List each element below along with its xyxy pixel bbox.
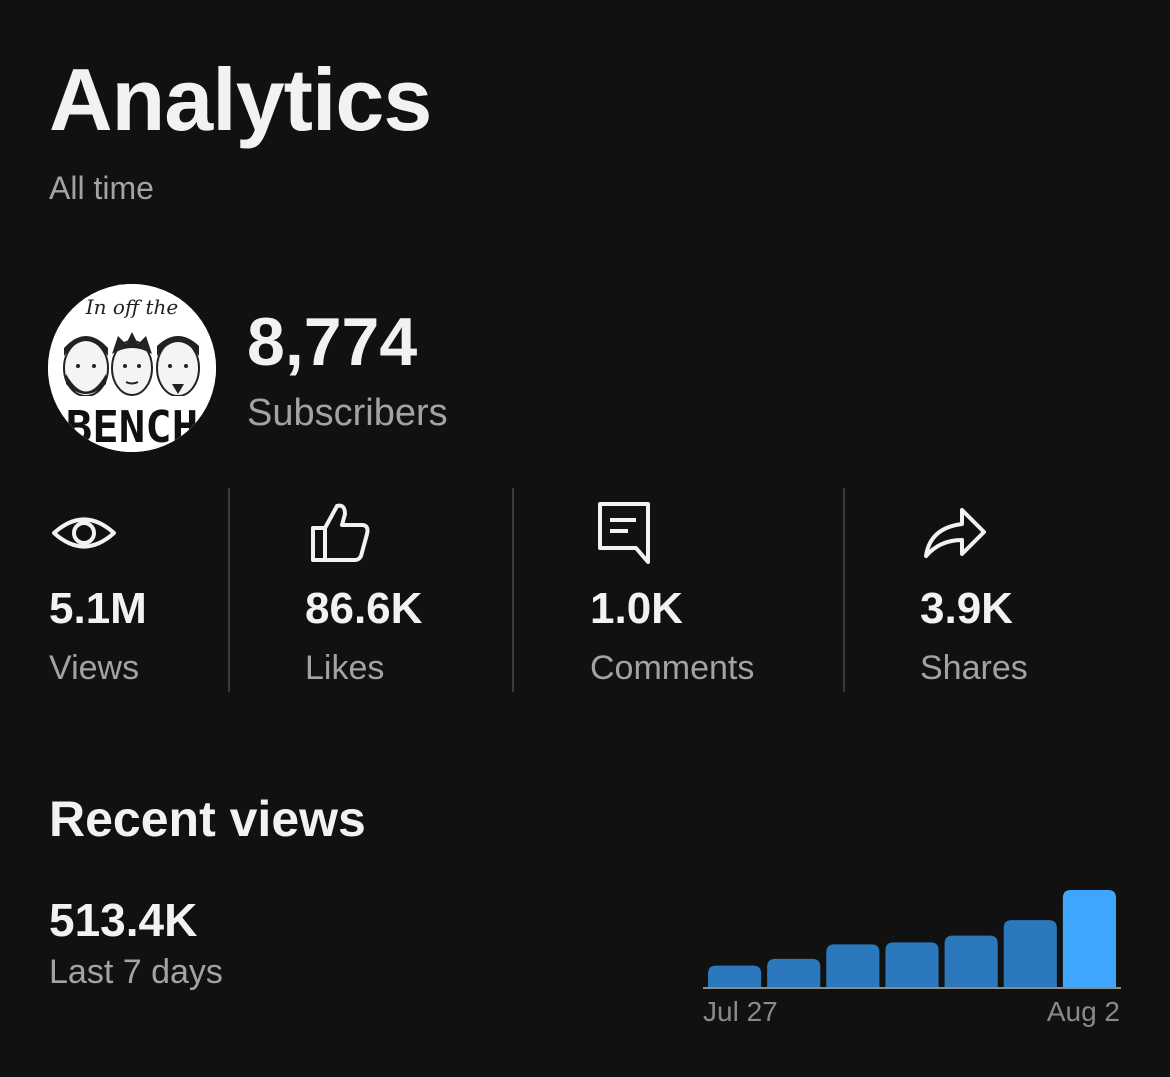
chart-bar[interactable] (1062, 890, 1116, 987)
recent-views-period: Last 7 days (49, 953, 223, 991)
stat-value: 3.9K (920, 584, 1013, 633)
chart-bar[interactable] (1003, 920, 1057, 987)
stat-value: 1.0K (590, 584, 683, 633)
period-label: All time (49, 170, 154, 206)
chart-tick-label: Aug 2 (1047, 996, 1120, 1027)
chart-bar[interactable] (944, 935, 998, 987)
stat-label: Shares (920, 649, 1028, 687)
chart-tick-label: Jul 27 (703, 996, 778, 1027)
subscribers-label: Subscribers (247, 392, 448, 434)
subscribers-count: 8,774 (247, 304, 418, 380)
divider (843, 488, 845, 692)
divider (512, 488, 514, 692)
comment-icon (598, 502, 650, 564)
face-right (156, 336, 200, 397)
face-middle (111, 332, 153, 396)
stat-label: Comments (590, 649, 755, 687)
stat-value: 5.1M (49, 584, 147, 633)
chart-bar[interactable] (885, 942, 939, 987)
thumbs-up-icon (311, 503, 370, 562)
chart-bar[interactable] (767, 958, 821, 987)
chart-bar[interactable] (826, 944, 880, 987)
stats-row: 5.1M Views 86.6K Likes 1.0K Comments 3.9… (0, 488, 1170, 692)
logo-text-top: In off the (85, 295, 178, 319)
share-icon (924, 508, 986, 558)
section-title-recent-views: Recent views (49, 791, 366, 847)
logo-text-bottom: BENCH (66, 402, 198, 452)
stat-label: Likes (305, 649, 385, 687)
face-left (63, 336, 109, 397)
stat-value: 86.6K (305, 584, 423, 633)
channel-logo: In off the BENCH (48, 284, 216, 452)
recent-views-chart[interactable]: Jul 27 Aug 2 (700, 880, 1124, 1030)
stat-label: Views (49, 649, 140, 687)
avatar[interactable]: In off the BENCH (48, 284, 216, 452)
recent-views-value: 513.4K (49, 894, 198, 946)
page-title: Analytics (49, 50, 432, 149)
chart-bar[interactable] (708, 965, 762, 987)
eye-icon (52, 517, 116, 549)
divider (228, 488, 230, 692)
